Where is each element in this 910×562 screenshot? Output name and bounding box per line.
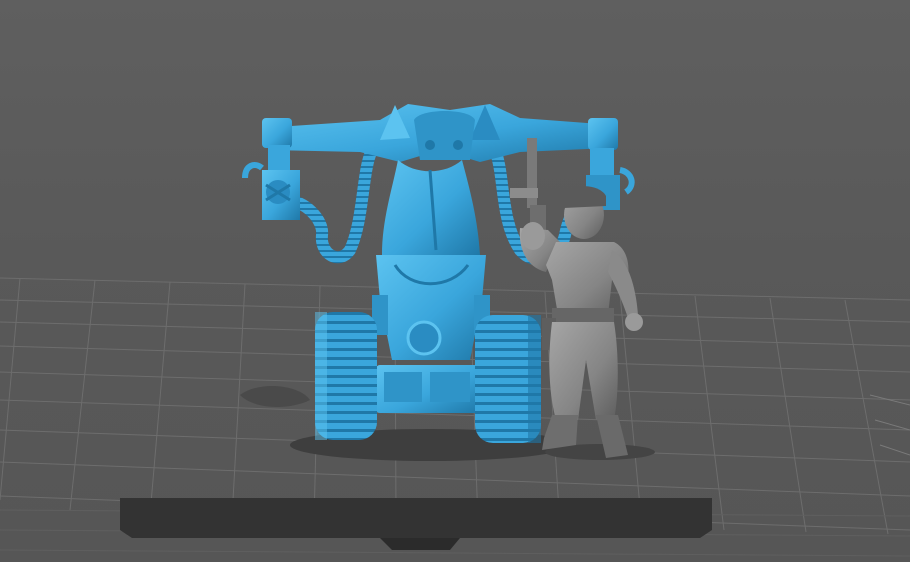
left-track [315, 312, 377, 440]
3d-viewport[interactable] [0, 0, 910, 562]
left-boot [542, 415, 578, 450]
right-track [475, 315, 541, 443]
viewport-canvas[interactable] [0, 0, 910, 562]
plate-edge [869, 394, 910, 456]
belt [552, 308, 614, 324]
body-lens [406, 320, 442, 356]
figure-legs [549, 322, 618, 420]
base-plate [120, 498, 712, 550]
